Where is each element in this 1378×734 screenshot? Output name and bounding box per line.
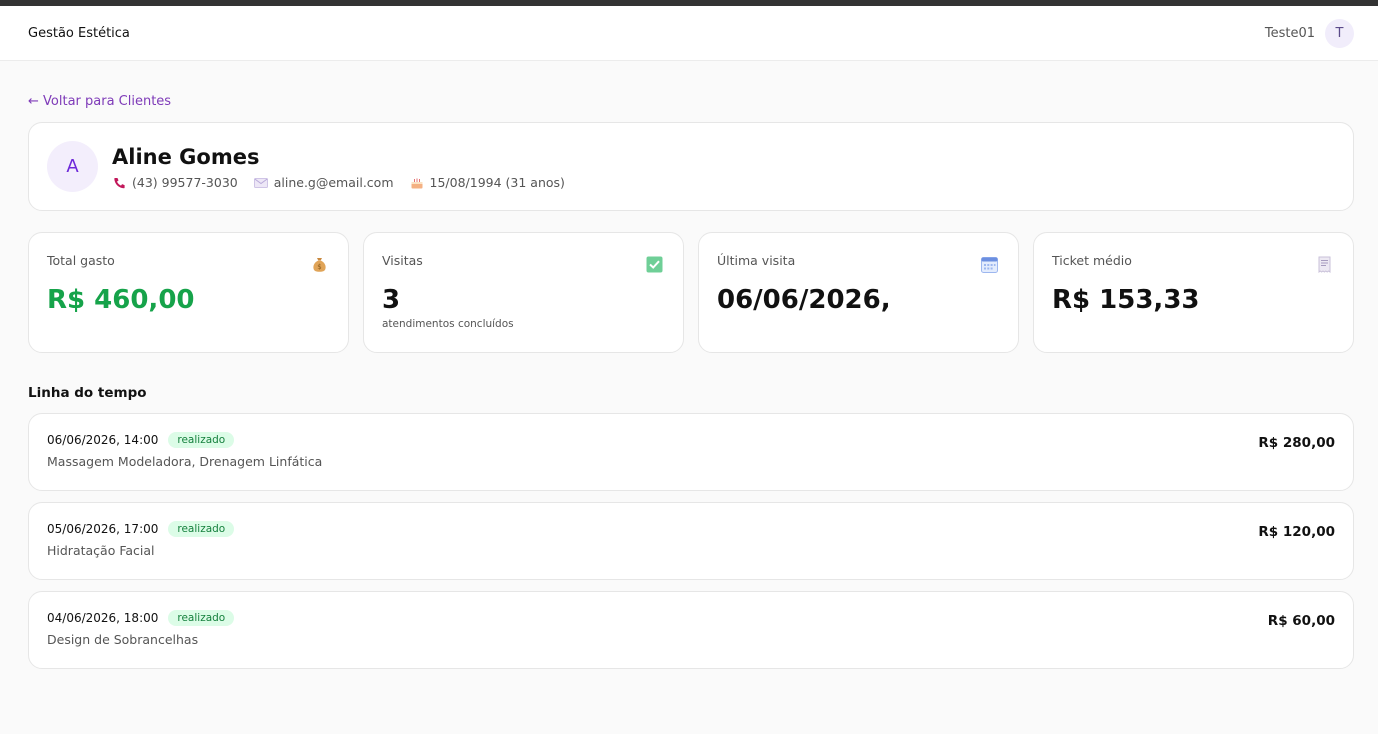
stat-value: R$ 460,00 xyxy=(47,285,195,315)
phone-icon xyxy=(112,177,126,189)
stat-card-total-spent: Total gasto $ R$ 460,00 xyxy=(28,232,349,353)
stat-subtext: atendimentos concluídos xyxy=(382,318,514,330)
timeline-title: Linha do tempo xyxy=(28,385,147,401)
timeline-item[interactable]: 04/06/2026, 18:00 realizado Design de So… xyxy=(28,591,1354,669)
stat-value: R$ 153,33 xyxy=(1052,285,1200,315)
client-phone: (43) 99577-3030 xyxy=(112,175,238,190)
stat-value: 06/06/2026, xyxy=(717,285,891,315)
status-badge: realizado xyxy=(168,521,235,537)
receipt-icon xyxy=(1316,256,1333,274)
stat-card-last-visit: Última visita 06/06/2026, xyxy=(698,232,1019,353)
timeline-datetime: 05/06/2026, 17:00 xyxy=(47,522,159,536)
stat-card-average-ticket: Ticket médio R$ 153,33 xyxy=(1033,232,1354,353)
envelope-icon xyxy=(253,177,268,189)
client-birthdate-text: 15/08/1994 (31 anos) xyxy=(429,175,565,190)
client-name: Aline Gomes xyxy=(112,145,260,169)
client-profile-card: A Aline Gomes (43) 99577-3030 aline.g@em… xyxy=(28,122,1354,211)
timeline-amount: R$ 60,00 xyxy=(1267,613,1335,629)
stat-label: Visitas xyxy=(382,253,423,268)
calendar-icon xyxy=(981,256,998,273)
check-box-icon xyxy=(646,256,663,273)
svg-text:$: $ xyxy=(317,263,321,271)
main-content: ← Voltar para Clientes A Aline Gomes (43… xyxy=(0,61,1378,669)
stats-row: Total gasto $ R$ 460,00 Visitas 3 atendi… xyxy=(28,232,1354,353)
user-name: Teste01 xyxy=(1264,25,1315,41)
client-email: aline.g@email.com xyxy=(253,175,394,190)
client-birthdate: 15/08/1994 (31 anos) xyxy=(410,175,565,190)
timeline-datetime: 06/06/2026, 14:00 xyxy=(47,433,159,447)
timeline-amount: R$ 280,00 xyxy=(1258,435,1335,451)
timeline-services: Massagem Modeladora, Drenagem Linfática xyxy=(47,454,323,469)
status-badge: realizado xyxy=(168,432,235,448)
status-badge: realizado xyxy=(168,610,235,626)
user-menu[interactable]: Teste01 T xyxy=(1264,18,1354,48)
client-avatar: A xyxy=(47,141,98,192)
timeline-datetime: 04/06/2026, 18:00 xyxy=(47,611,159,625)
client-email-text: aline.g@email.com xyxy=(273,175,394,190)
timeline-services: Design de Sobrancelhas xyxy=(47,632,199,647)
stat-value: 3 xyxy=(382,285,401,315)
stat-card-visits: Visitas 3 atendimentos concluídos xyxy=(363,232,684,353)
timeline-list: 06/06/2026, 14:00 realizado Massagem Mod… xyxy=(28,413,1354,669)
client-phone-text: (43) 99577-3030 xyxy=(132,175,238,190)
cake-icon xyxy=(410,177,424,189)
stat-label: Última visita xyxy=(717,253,796,268)
timeline-item[interactable]: 06/06/2026, 14:00 realizado Massagem Mod… xyxy=(28,413,1354,491)
back-to-clients-link[interactable]: ← Voltar para Clientes xyxy=(28,94,171,109)
app-brand[interactable]: Gestão Estética xyxy=(28,26,130,41)
timeline-item[interactable]: 05/06/2026, 17:00 realizado Hidratação F… xyxy=(28,502,1354,580)
timeline-services: Hidratação Facial xyxy=(47,543,155,558)
timeline-amount: R$ 120,00 xyxy=(1258,524,1335,540)
stat-label: Ticket médio xyxy=(1052,253,1132,268)
stat-label: Total gasto xyxy=(47,253,115,268)
app-header: Gestão Estética Teste01 T xyxy=(0,6,1378,61)
user-avatar[interactable]: T xyxy=(1325,18,1354,48)
money-bag-icon: $ xyxy=(311,256,328,273)
